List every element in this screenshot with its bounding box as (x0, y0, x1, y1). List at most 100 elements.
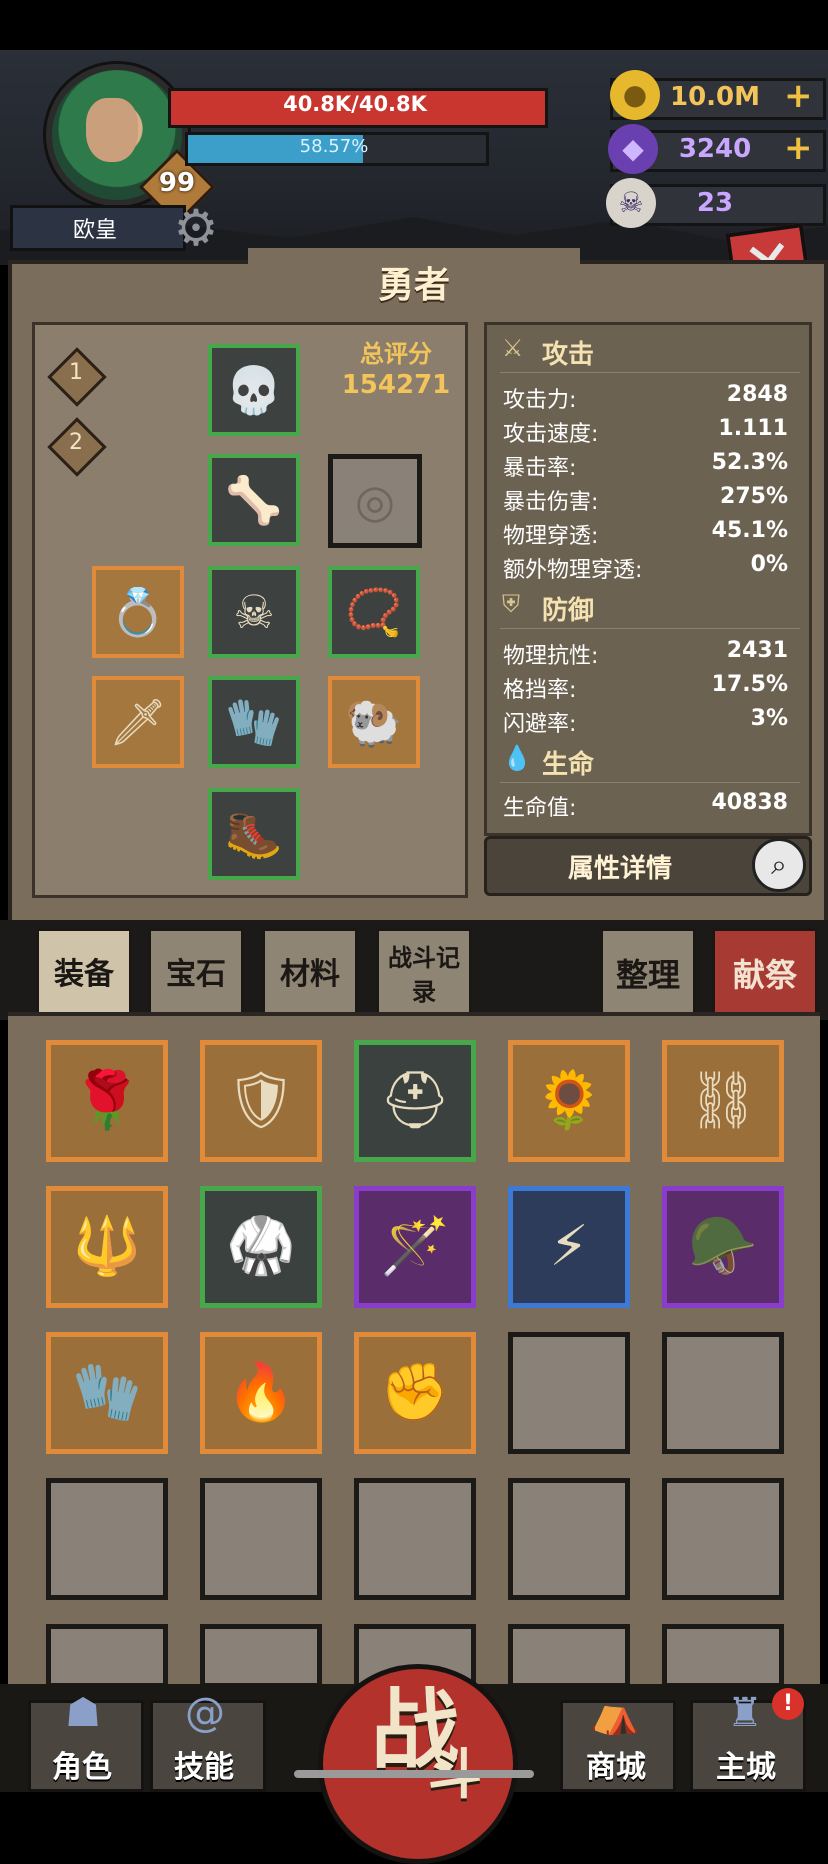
leather-helm-icon: 🪖 (688, 1214, 758, 1279)
empty-inventory-slot[interactable] (508, 1624, 630, 1688)
gauntlet-icon: 🧤 (225, 695, 283, 749)
stat-label: 物理穿透: (503, 524, 599, 549)
flame-armor-icon: 🔥 (226, 1360, 296, 1425)
loadout-tab-2-label: 2 (69, 430, 83, 455)
empty-inventory-slot[interactable] (46, 1478, 168, 1600)
home-indicator (294, 1770, 534, 1778)
avatar-face (86, 98, 138, 162)
defense-header: 防御 (542, 596, 595, 626)
magnifier-icon[interactable]: ⌕ (752, 838, 806, 892)
divider (500, 372, 800, 373)
ram-skull-offhand-icon: 🐏 (345, 695, 403, 749)
empty-inventory-slot[interactable] (508, 1332, 630, 1454)
blood-drop-icon: 💧 (502, 744, 532, 772)
amulet-icon: 📿 (345, 585, 403, 639)
tab-battle-log[interactable]: 战斗记录 (376, 928, 472, 1022)
sacrifice-button[interactable]: 献祭 (712, 928, 818, 1022)
stat-label: 攻击速度: (503, 422, 599, 447)
swirl-nav-icon: @ (185, 1690, 225, 1736)
sort-button[interactable]: 整理 (600, 928, 696, 1022)
helmet-slot[interactable]: 💀 (208, 344, 300, 436)
gem-amount: 3240 (678, 134, 752, 164)
attack-header: 攻击 (542, 340, 595, 370)
stat-value: 2848 (726, 382, 788, 407)
stat-value: 2431 (726, 638, 788, 663)
divider (500, 628, 800, 629)
empty-inventory-slot[interactable] (200, 1478, 322, 1600)
boots-icon: 🥾 (225, 807, 283, 861)
pet-slot-empty[interactable]: ◎ (328, 454, 422, 548)
player-name: 欧皇 (72, 218, 117, 243)
empty-inventory-slot[interactable] (662, 1332, 784, 1454)
hp-text: 40.8K/40.8K (283, 92, 427, 116)
inventory-item[interactable]: 🛡 (200, 1040, 322, 1162)
armor-slot[interactable]: 🦴 (208, 454, 300, 546)
stat-label: 暴击率: (503, 456, 577, 481)
skull-helm-icon: 💀 (225, 363, 283, 417)
exp-text: 58.57% (299, 136, 369, 157)
inventory-item[interactable]: 🪖 (662, 1186, 784, 1308)
shield-icon: ⛨ (502, 590, 520, 618)
inventory-item[interactable]: 🔱 (46, 1186, 168, 1308)
ring-slot[interactable]: 💍 (92, 566, 184, 658)
stat-label: 物理抗性: (503, 644, 599, 669)
bracers-icon: 🧤 (72, 1360, 142, 1425)
dragon-ring-icon: 💍 (109, 585, 167, 639)
inventory-item[interactable]: 🌻 (508, 1040, 630, 1162)
lightning-mace-icon: ⚡ (549, 1214, 589, 1279)
add-gems-button[interactable]: + (784, 128, 813, 168)
chain-weapon-icon: ⛓ (687, 1068, 759, 1133)
tab-gems[interactable]: 宝石 (148, 928, 244, 1022)
gloves-slot[interactable]: 🧤 (208, 676, 300, 768)
empty-inventory-slot[interactable] (46, 1624, 168, 1688)
settings-gear-icon[interactable]: ⚙ (168, 200, 224, 256)
staff-icon: 🪄 (380, 1214, 450, 1279)
tab-materials[interactable]: 材料 (262, 928, 358, 1022)
bone-armor-icon: 🦴 (225, 473, 283, 527)
sunflower-icon: 🌻 (534, 1068, 604, 1133)
crossed-swords-icon: ⚔ (502, 334, 524, 362)
inventory-item[interactable]: ✊ (354, 1332, 476, 1454)
tab-equipment[interactable]: 装备 (36, 928, 132, 1022)
locked-slot-icon: ◎ (354, 474, 396, 528)
loadout-tab-1-label: 1 (69, 360, 83, 385)
stat-label: 生命值: (503, 796, 577, 821)
inventory-item[interactable]: 🔥 (200, 1332, 322, 1454)
empty-inventory-slot[interactable] (662, 1478, 784, 1600)
stat-label: 闪避率: (503, 712, 577, 737)
level-value: 99 (158, 168, 196, 198)
empty-inventory-slot[interactable] (508, 1478, 630, 1600)
helmet-nav-icon: ☗ (65, 1690, 101, 1736)
shoulder-slot[interactable]: ☠ (208, 566, 300, 658)
stat-value: 3% (750, 706, 788, 731)
nav-main-city-label: 主城 (716, 1750, 776, 1785)
necklace-slot[interactable]: 📿 (328, 566, 420, 658)
stat-value: 52.3% (711, 450, 788, 475)
tent-nav-icon: ⛺ (590, 1691, 640, 1737)
round-shield-icon: 🛡 (225, 1068, 297, 1133)
stat-label: 额外物理穿透: (503, 558, 643, 583)
spiked-gauntlet-icon: ✊ (380, 1360, 450, 1425)
weapon-slot[interactable]: 🗡 (92, 676, 184, 768)
add-gold-button[interactable]: + (784, 76, 813, 116)
inventory-item[interactable]: 🥋 (200, 1186, 322, 1308)
inventory-item[interactable]: 🪄 (354, 1186, 476, 1308)
empty-inventory-slot[interactable] (354, 1478, 476, 1600)
score-label: 总评分 (360, 340, 432, 368)
inventory-item[interactable]: ⛓ (662, 1040, 784, 1162)
offhand-slot[interactable]: 🐏 (328, 676, 420, 768)
boots-slot[interactable]: 🥾 (208, 788, 300, 880)
inventory-item[interactable]: ⚡ (508, 1186, 630, 1308)
stat-value: 40838 (711, 790, 788, 815)
inventory-item[interactable]: 🧤 (46, 1332, 168, 1454)
nav-character-label: 角色 (52, 1750, 112, 1785)
stat-value: 45.1% (711, 518, 788, 543)
empty-inventory-slot[interactable] (200, 1624, 322, 1688)
inventory-item[interactable]: 🌹 (46, 1040, 168, 1162)
empty-inventory-slot[interactable] (662, 1624, 784, 1688)
nav-shop-label: 商城 (586, 1750, 646, 1785)
life-header: 生命 (542, 750, 595, 780)
claw-gauntlet-icon: 🔱 (72, 1214, 142, 1279)
inventory-item[interactable]: ⛑ (354, 1040, 476, 1162)
attribute-details-label: 属性详情 (567, 854, 672, 884)
